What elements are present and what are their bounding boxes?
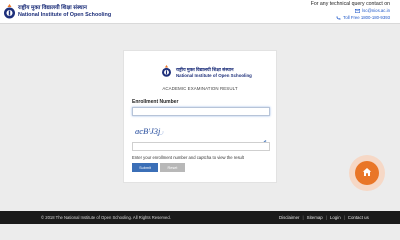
email-link[interactable]: lsc@nios.ac.in — [362, 8, 390, 13]
email-icon — [355, 9, 361, 14]
phone-row[interactable]: Toll Free 1800-180-9393 — [311, 15, 390, 20]
instruction-text: Enter your enrollment number and captcha… — [132, 155, 244, 160]
footer-separator: | — [325, 215, 327, 220]
footer-links: Disclaimer | Sitemap | Login | Contact u… — [279, 215, 372, 220]
footer: © 2018 The National Institute of Open Sc… — [0, 211, 400, 224]
home-icon — [362, 164, 372, 182]
footer-link-contact[interactable]: Contact us — [348, 215, 369, 220]
captcha-input[interactable] — [132, 142, 270, 151]
contact-title: For any technical query contact on — [310, 1, 390, 7]
copyright-text: © 2018 The National Institute of Open Sc… — [41, 215, 171, 220]
footer-separator: | — [343, 215, 345, 220]
logo-english-text: National Institute of Open Schooling — [18, 11, 112, 18]
footer-link-login[interactable]: Login — [330, 215, 341, 220]
card-logo-english-text: National Institute of Open Schooling — [176, 72, 252, 78]
top-bar: राष्ट्रीय मुक्त विद्यालयी शिक्षा संस्थान… — [0, 0, 400, 24]
result-form-card: राष्ट्रीय मुक्त विद्यालयी शिक्षा संस्थान… — [123, 50, 277, 183]
captcha-image: acB'J3j — [134, 126, 164, 136]
reset-button[interactable]: Reset — [160, 163, 185, 172]
email-row[interactable]: lsc@nios.ac.in — [311, 8, 390, 14]
tollfree-number[interactable]: Toll Free 1800-180-9393 — [343, 15, 390, 20]
contact-info: For any technical query contact on lsc@n… — [310, 1, 390, 20]
nios-logo-icon — [161, 65, 174, 81]
enrollment-number-input[interactable] — [132, 107, 270, 116]
submit-button[interactable]: Submit — [132, 163, 158, 172]
page-title: ACADEMIC EXAMINATION RESULT — [162, 86, 238, 91]
phone-icon — [336, 16, 341, 20]
card-logo: राष्ट्रीय मुक्त विद्यालयी शिक्षा संस्थान… — [161, 65, 252, 81]
footer-link-disclaimer[interactable]: Disclaimer — [279, 215, 300, 220]
enrollment-label: Enrollment Number — [132, 99, 179, 105]
logo-hindi-text: राष्ट्रीय मुक्त विद्यालयी शिक्षा संस्थान — [18, 5, 87, 12]
card-logo-hindi-text: राष्ट्रीय मुक्त विद्यालयी शिक्षा संस्थान — [176, 67, 234, 72]
refresh-captcha-icon[interactable] — [263, 132, 268, 145]
footer-link-sitemap[interactable]: Sitemap — [307, 215, 323, 220]
nios-logo[interactable]: राष्ट्रीय मुक्त विद्यालयी शिक्षा संस्थान… — [3, 2, 111, 22]
nios-logo-icon — [3, 4, 16, 20]
footer-separator: | — [302, 215, 304, 220]
home-button[interactable] — [349, 155, 385, 191]
